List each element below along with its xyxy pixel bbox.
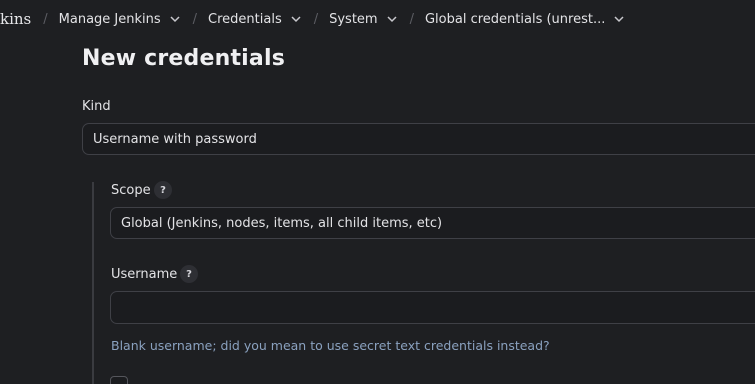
kind-label: Kind (82, 99, 111, 114)
scope-label: Scope (111, 183, 151, 198)
chevron-down-icon[interactable] (290, 13, 302, 25)
username-hint: Blank username; did you mean to use secr… (111, 338, 550, 353)
breadcrumb-item-label[interactable]: System (329, 12, 377, 27)
checkbox[interactable] (110, 376, 128, 384)
breadcrumb-separator: / (313, 11, 319, 27)
breadcrumb-item-label[interactable]: Global credentials (unrest... (425, 12, 605, 27)
breadcrumb-separator: / (192, 11, 198, 27)
scope-select[interactable]: Global (Jenkins, nodes, items, all child… (110, 207, 755, 239)
chevron-down-icon[interactable] (169, 13, 181, 25)
kind-selected-value: Username with password (93, 131, 257, 147)
breadcrumb: kins / Manage Jenkins / Credentials / Sy… (0, 0, 755, 38)
help-icon[interactable]: ? (154, 181, 172, 199)
scope-selected-value: Global (Jenkins, nodes, items, all child… (121, 215, 443, 231)
breadcrumb-separator: / (409, 11, 414, 27)
kind-select[interactable]: Username with password (82, 123, 755, 155)
breadcrumb-item-credentials[interactable]: Credentials (208, 12, 302, 27)
breadcrumb-root[interactable]: kins (0, 10, 31, 28)
page-title: New credentials (82, 46, 285, 71)
breadcrumb-item-system[interactable]: System (329, 12, 397, 27)
section-indent-line (92, 182, 94, 384)
username-label: Username (111, 267, 178, 282)
chevron-down-icon[interactable] (386, 13, 398, 25)
breadcrumb-item-manage-jenkins[interactable]: Manage Jenkins (59, 12, 181, 27)
help-icon[interactable]: ? (180, 265, 198, 283)
breadcrumb-item-label[interactable]: Manage Jenkins (59, 12, 161, 27)
page: kins / Manage Jenkins / Credentials / Sy… (0, 0, 755, 384)
username-input[interactable] (110, 291, 755, 324)
breadcrumb-item-global-credentials[interactable]: Global credentials (unrest... (425, 12, 625, 27)
breadcrumb-separator: / (43, 11, 48, 27)
chevron-down-icon[interactable] (613, 13, 625, 25)
breadcrumb-item-label[interactable]: Credentials (208, 12, 282, 27)
